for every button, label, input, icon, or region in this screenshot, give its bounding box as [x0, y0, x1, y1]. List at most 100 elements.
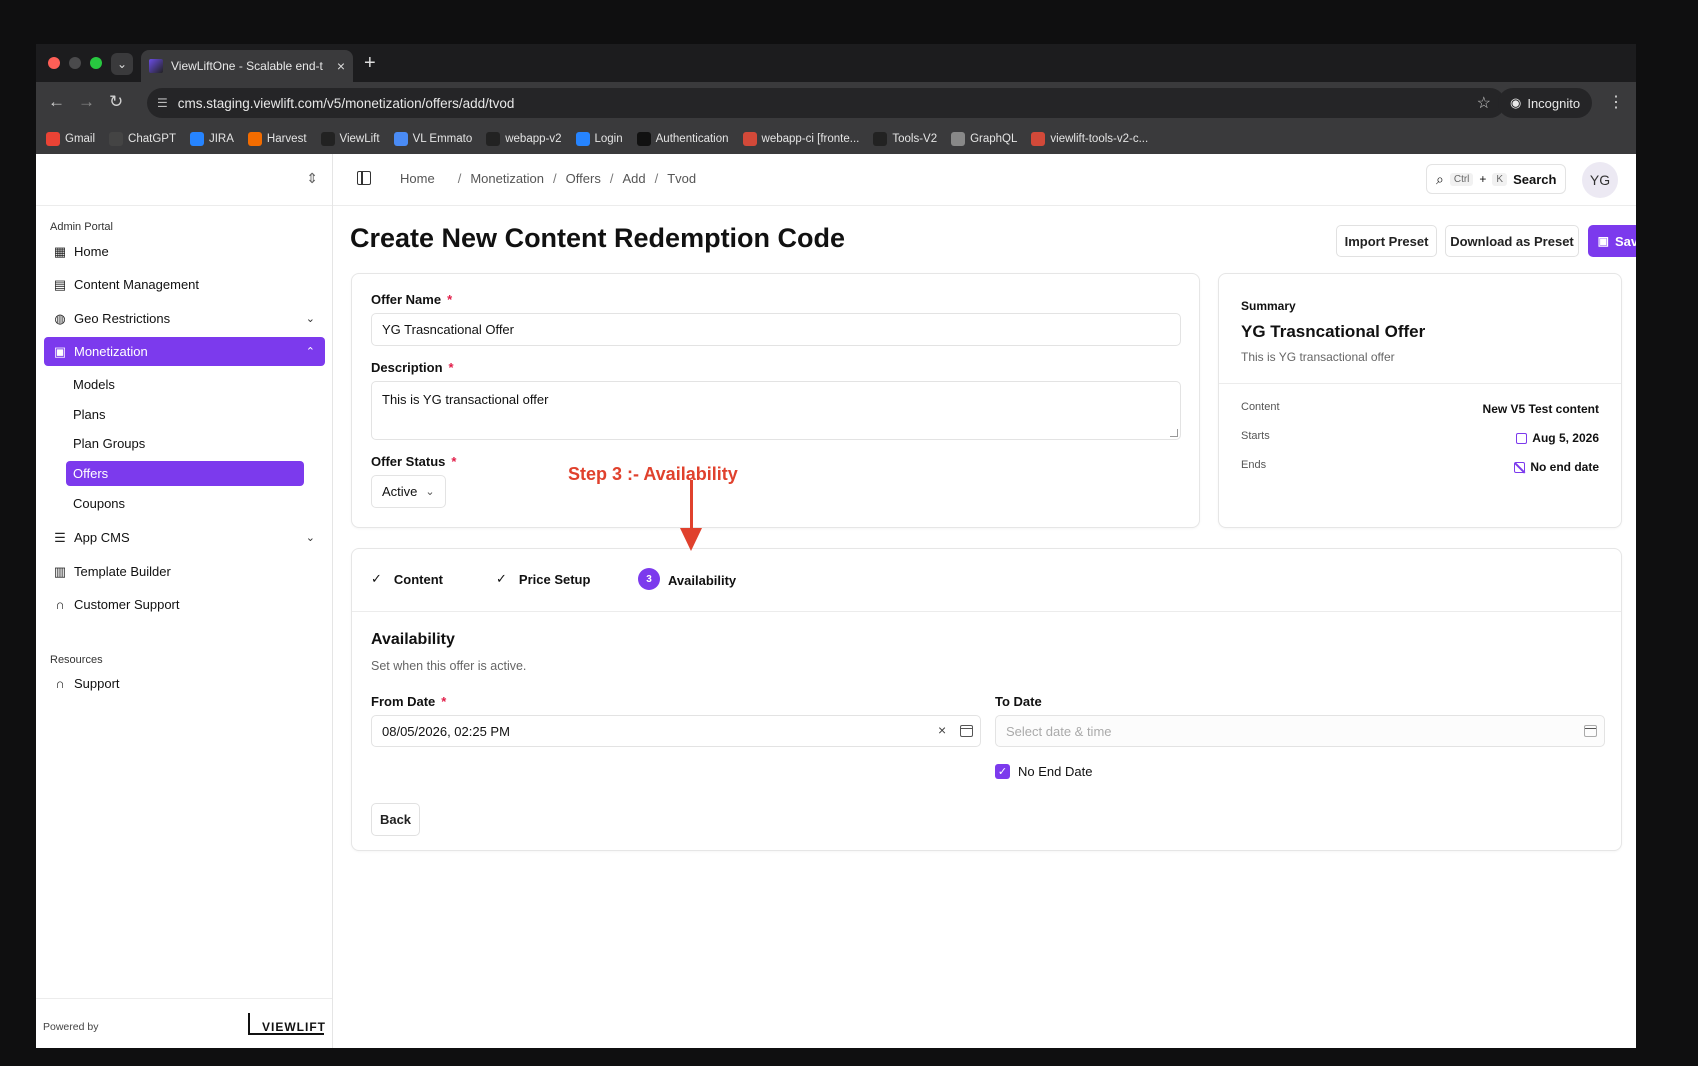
import-preset-button[interactable]: Import Preset	[1336, 225, 1437, 257]
offer-name-label-text: Offer Name	[371, 292, 442, 307]
sidebar-item-monetization[interactable]: ▣ Monetization ⌃	[44, 337, 325, 366]
reload-icon[interactable]: ↻	[109, 92, 123, 112]
bookmark-label: viewlift-tools-v2-c...	[1050, 133, 1149, 145]
sidebar-subitem-models[interactable]: Models	[66, 372, 304, 397]
sidebar-subitem-offers[interactable]: Offers	[66, 461, 304, 486]
calendar-icon[interactable]	[960, 725, 973, 737]
sidebar-item-label: Template Builder	[74, 564, 171, 579]
description-value: This is YG transactional offer	[382, 392, 549, 407]
to-date-label: To Date	[995, 694, 1042, 709]
bookmark-label: Tools-V2	[892, 133, 938, 145]
sidebar-item-label: Home	[74, 244, 109, 259]
calendar-icon	[1516, 432, 1528, 444]
sidebar-item-customer-support[interactable]: ∩ Customer Support	[44, 590, 325, 619]
sidebar-item-label: Support	[74, 676, 120, 691]
search-button[interactable]: ⌕ Ctrl + K Search	[1426, 164, 1566, 194]
summary-card: Summary YG Trasncational Offer This is Y…	[1218, 273, 1622, 528]
incognito-icon: ◉	[1510, 95, 1522, 110]
maximize-window-button[interactable]	[90, 57, 102, 69]
sidebar-item-geo-restrictions[interactable]: ◍ Geo Restrictions ⌄	[44, 304, 325, 333]
bookmark-label: Login	[594, 133, 623, 145]
bookmark-item[interactable]: webapp-v2	[486, 132, 562, 146]
bookmark-item[interactable]: Harvest	[247, 132, 307, 146]
step-label: Price Setup	[518, 571, 591, 587]
browser-window: ⌄ ViewLiftOne - Scalable end-t × + ← → ↻…	[36, 44, 1636, 1048]
tab-title: ViewLiftOne - Scalable end-t	[171, 59, 323, 73]
bookmark-item[interactable]: VL Emmato	[393, 132, 472, 146]
breadcrumb-home[interactable]: Home	[400, 171, 435, 186]
sidebar-footer: Powered by VIEWLIFT	[36, 998, 332, 1048]
address-bar[interactable]: ☰ cms.staging.viewlift.com/v5/monetizati…	[147, 88, 1505, 118]
bookmark-item[interactable]: viewlift-tools-v2-c...	[1031, 132, 1148, 146]
bookmark-item[interactable]: Gmail	[46, 132, 95, 146]
minimize-window-button[interactable]	[69, 57, 81, 69]
breadcrumb-monetization[interactable]: Monetization	[470, 171, 544, 186]
from-date-input[interactable]: 08/05/2026, 02:25 PM ×	[371, 715, 981, 747]
bookmark-item[interactable]: Tools-V2	[873, 132, 937, 146]
bookmark-item[interactable]: Login	[575, 132, 623, 146]
sidebar-subitem-plan-groups[interactable]: Plan Groups	[66, 431, 304, 456]
sidebar-item-support[interactable]: ∩ Support	[44, 669, 325, 698]
step-content[interactable]: ✓ Content	[371, 571, 443, 587]
save-button[interactable]: ▣ Save	[1588, 225, 1636, 257]
offer-name-input[interactable]: YG Trasncational Offer	[371, 313, 1181, 346]
workspace-switcher-chevron-icon[interactable]: ⇕	[306, 170, 318, 187]
back-button[interactable]: Back	[371, 803, 420, 836]
incognito-indicator[interactable]: ◉ Incognito	[1498, 88, 1593, 118]
breadcrumb-add[interactable]: Add	[622, 171, 645, 186]
from-date-label: From Date *	[371, 694, 446, 709]
step-number-badge: 3	[638, 568, 660, 590]
to-date-input[interactable]: Select date & time	[995, 715, 1605, 747]
clear-icon[interactable]: ×	[938, 722, 946, 738]
breadcrumb-offers[interactable]: Offers	[566, 171, 601, 186]
site-settings-icon[interactable]: ☰	[157, 96, 168, 110]
bookmark-item[interactable]: ChatGPT	[109, 132, 176, 146]
sidebar-item-app-cms[interactable]: ☰ App CMS ⌄	[44, 523, 325, 552]
close-window-button[interactable]	[48, 57, 60, 69]
close-tab-icon[interactable]: ×	[337, 58, 345, 74]
browser-tab-active[interactable]: ViewLiftOne - Scalable end-t ×	[141, 50, 353, 82]
sidebar-item-home[interactable]: ▦ Home	[44, 237, 325, 266]
sidebar-section-resources: Resources	[50, 654, 103, 666]
chevron-down-icon: ⌄	[305, 313, 315, 325]
back-arrow-icon[interactable]: ←	[48, 92, 65, 112]
powered-by-label: Powered by	[43, 1021, 99, 1033]
required-mark: *	[447, 292, 453, 307]
search-icon: ⌕	[1436, 170, 1444, 187]
resize-handle-icon[interactable]	[1170, 429, 1178, 437]
bookmark-label: ViewLift	[339, 133, 380, 145]
sidebar-item-content-management[interactable]: ▤ Content Management	[44, 270, 325, 299]
calendar-icon[interactable]	[1584, 725, 1597, 737]
no-end-date-label[interactable]: No End Date	[1018, 764, 1092, 779]
step-price-setup[interactable]: ✓ Price Setup	[496, 571, 590, 587]
kbd-k: K	[1492, 172, 1508, 186]
kbd-plus: +	[1479, 172, 1487, 186]
bookmark-item[interactable]: ViewLift	[320, 132, 380, 146]
globe-icon	[951, 132, 966, 146]
check-icon: ✓	[371, 571, 382, 586]
offer-status-select[interactable]: Active ⌄	[371, 475, 446, 508]
toggle-sidebar-icon[interactable]	[357, 171, 371, 185]
bookmark-item[interactable]: JIRA	[189, 132, 234, 146]
grid-icon: ▦	[53, 243, 67, 259]
jenkins-icon	[742, 132, 757, 146]
bookmark-item[interactable]: webapp-ci [fronte...	[742, 132, 859, 146]
tab-search-chevron-icon[interactable]: ⌄	[111, 53, 133, 75]
avatar[interactable]: YG	[1582, 162, 1618, 198]
bookmark-item[interactable]: GraphQL	[951, 132, 1017, 146]
sidebar-item-label: Geo Restrictions	[74, 311, 171, 326]
forward-arrow-icon[interactable]: →	[78, 92, 95, 112]
step-availability[interactable]: 3 Availability	[638, 568, 736, 590]
kbd-ctrl: Ctrl	[1449, 172, 1474, 186]
bookmark-star-icon[interactable]: ☆	[1477, 93, 1491, 113]
bookmark-item[interactable]: Authentication	[636, 132, 729, 146]
sidebar-item-template-builder[interactable]: ▥ Template Builder	[44, 557, 325, 586]
download-preset-button[interactable]: Download as Preset	[1445, 225, 1579, 257]
new-tab-icon[interactable]: +	[364, 52, 376, 75]
doc-icon	[393, 132, 408, 146]
browser-menu-icon[interactable]: ⋮	[1608, 92, 1624, 112]
sidebar-subitem-plans[interactable]: Plans	[66, 402, 304, 427]
sidebar-subitem-coupons[interactable]: Coupons	[66, 491, 304, 516]
description-textarea[interactable]: This is YG transactional offer	[371, 381, 1181, 440]
no-end-date-checkbox[interactable]: ✓	[995, 764, 1010, 779]
